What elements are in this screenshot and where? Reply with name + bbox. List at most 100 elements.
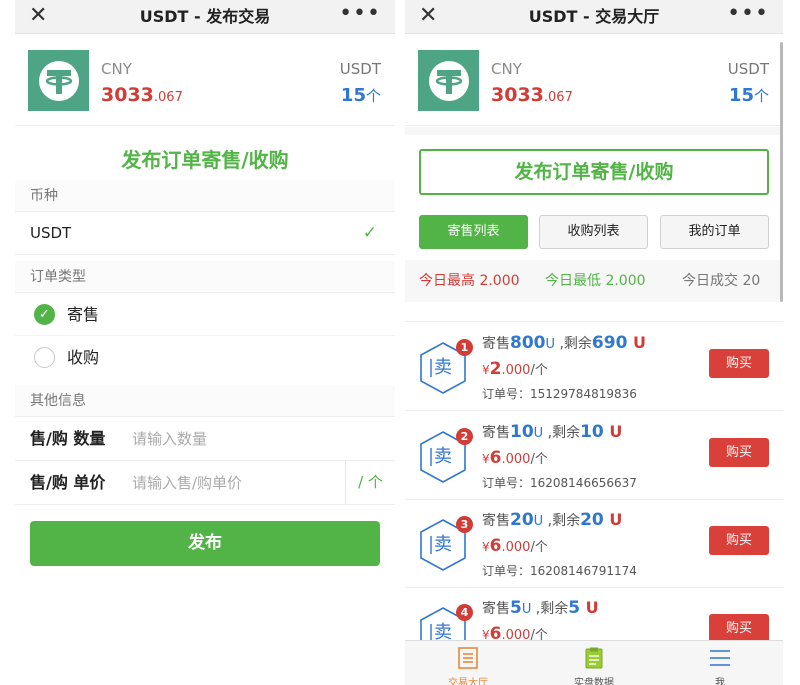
rank-badge: 2 — [456, 428, 473, 445]
quantity-row: 售/购 数量 — [15, 417, 395, 461]
quantity-display: 15个 — [341, 85, 381, 106]
radio-buy[interactable]: 收购 — [15, 336, 395, 379]
more-icon[interactable]: ••• — [339, 0, 381, 28]
radio-sell[interactable]: ✓ 寄售 — [15, 293, 395, 336]
hexagon-sell-icon: 卖2 — [419, 428, 473, 484]
buy-button[interactable]: 购买 — [709, 614, 769, 643]
unit-label: USDT — [339, 60, 381, 78]
hexagon-sell-icon: 卖1 — [419, 339, 473, 395]
menu-icon — [710, 650, 730, 666]
publish-button[interactable]: 发布 — [30, 521, 380, 566]
price-display: 3033.067 — [491, 84, 573, 106]
tabbar-item-me[interactable]: 我 — [657, 641, 783, 685]
yen-sign: ¥ — [482, 363, 490, 377]
price-integer: 3033 — [101, 84, 154, 106]
clipboard-icon — [585, 647, 603, 669]
sell-prefix: 寄售 — [482, 601, 510, 617]
order-amount-line: 寄售5U ,剩余5 U — [482, 598, 599, 618]
currency-label: CNY — [491, 60, 522, 78]
tabbar-item-data[interactable]: 实盘数据 — [531, 641, 657, 685]
amount-unit: U — [545, 337, 556, 352]
quantity-display: 15个 — [729, 85, 769, 106]
market-screen: ✕ USDT - 交易大厅 ••• CNY 3033.067 USDT 15个 … — [405, 0, 783, 685]
remain-unit: U — [603, 422, 623, 441]
bottom-tab-bar: 交易大厅 实盘数据 我 — [405, 640, 783, 685]
per-unit: /个 — [530, 363, 548, 378]
radio-buy-label: 收购 — [67, 348, 100, 367]
price-input[interactable] — [132, 469, 332, 497]
quantity-value: 15 — [340, 85, 366, 106]
radio-sell-label: 寄售 — [67, 305, 100, 324]
remain-unit: U — [603, 510, 623, 529]
sell-prefix: 寄售 — [482, 513, 510, 529]
rank-badge: 3 — [456, 516, 473, 533]
tabbar-label: 我 — [715, 678, 725, 685]
buy-button[interactable]: 购买 — [709, 438, 769, 467]
price-label: 售/购 单价 — [30, 473, 106, 492]
order-price-line: ¥2.000/个 — [482, 359, 548, 379]
price-row: 售/购 单价 / 个 — [15, 461, 395, 505]
tab-buy-list[interactable]: 收购列表 — [539, 215, 648, 249]
order-item: 卖 3 寄售20U ,剩余20 U ¥6.000/个 订单号：1620814679117… — [405, 500, 783, 588]
remain-unit: U — [580, 598, 599, 617]
unit-price-decimal: .000 — [501, 363, 531, 378]
tabbar-item-market[interactable]: 交易大厅 — [405, 641, 531, 685]
remain-amount: 10 — [580, 422, 604, 442]
remain-unit: U — [627, 333, 646, 352]
unit-price-integer: 6 — [489, 536, 502, 556]
order-amount: 800 — [510, 333, 546, 353]
tabbar-label: 交易大厅 — [448, 678, 488, 685]
stat-low: 今日最低 2.000 — [545, 273, 646, 289]
rank-badge: 4 — [456, 604, 473, 621]
page-title: USDT - 交易大厅 — [528, 7, 660, 26]
coin-header: CNY 3033.067 USDT 15个 — [15, 34, 395, 126]
price-decimal: .067 — [543, 90, 573, 105]
coin-value: USDT — [30, 224, 72, 242]
price-display: 3033.067 — [101, 84, 183, 106]
coin-header: CNY 3033.067 USDT 15个 — [405, 34, 783, 126]
order-number: 订单号：15129784819836 — [482, 387, 637, 401]
unit-price-integer: 6 — [489, 448, 502, 468]
amount-unit: U — [521, 602, 532, 617]
order-amount-line: 寄售10U ,剩余10 U — [482, 422, 622, 442]
per-unit: /个 — [530, 452, 548, 467]
order-number: 订单号：16208146791174 — [482, 564, 637, 578]
amount-unit: U — [533, 514, 544, 529]
section-other-label: 其他信息 — [15, 385, 395, 417]
coin-select-row[interactable]: USDT ✓ — [15, 212, 395, 255]
more-icon[interactable]: ••• — [727, 0, 769, 28]
order-amount: 10 — [510, 422, 534, 442]
tether-logo-icon — [418, 50, 479, 111]
quantity-value: 15 — [728, 85, 754, 106]
order-number: 订单号：16208146656637 — [482, 476, 637, 490]
scrollbar[interactable] — [780, 42, 783, 302]
quantity-unit: 个 — [365, 87, 381, 105]
tabbar-label: 实盘数据 — [574, 678, 614, 685]
section-coin-label: 币种 — [15, 180, 395, 212]
tab-my-orders[interactable]: 我的订单 — [660, 215, 769, 249]
yen-sign: ¥ — [482, 540, 490, 554]
per-unit: /个 — [530, 540, 548, 555]
buy-button[interactable]: 购买 — [709, 526, 769, 555]
tab-sell-list[interactable]: 寄售列表 — [419, 215, 528, 249]
unit-price-decimal: .000 — [501, 540, 531, 555]
rank-badge: 1 — [456, 339, 473, 356]
hexagon-sell-icon: 卖3 — [419, 516, 473, 572]
remain-prefix: ,剩余 — [531, 601, 569, 617]
quantity-input[interactable] — [132, 425, 332, 453]
close-icon[interactable]: ✕ — [29, 2, 47, 30]
order-item: 卖 2 寄售10U ,剩余10 U ¥6.000/个 订单号：1620814665663… — [405, 412, 783, 500]
stat-volume: 今日成交 20 — [682, 273, 761, 289]
currency-label: CNY — [101, 60, 132, 78]
publish-order-button[interactable]: 发布订单寄售/收购 — [419, 149, 769, 195]
radio-unchecked-icon — [34, 347, 55, 368]
radio-checked-icon: ✓ — [34, 304, 55, 325]
remain-amount: 5 — [568, 598, 581, 618]
sell-prefix: 寄售 — [482, 336, 510, 352]
tether-logo-icon — [28, 50, 89, 111]
buy-button[interactable]: 购买 — [709, 349, 769, 378]
close-icon[interactable]: ✕ — [419, 2, 437, 30]
check-icon: ✓ — [362, 223, 377, 243]
yen-sign: ¥ — [482, 452, 490, 466]
order-amount-line: 寄售800U ,剩余690 U — [482, 333, 646, 353]
